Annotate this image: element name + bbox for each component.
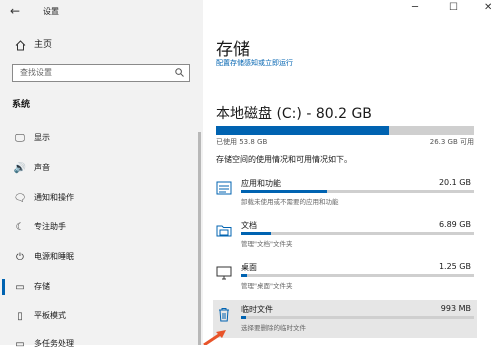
drive-used-text: 已使用 53.8 GB [216,138,268,146]
notification-icon: 🗨 [13,192,27,204]
storage-description: 存储空间的使用情况和可用情况如下。 [216,155,352,164]
speaker-icon: 🔊 [13,162,27,174]
nav-item-label: 专注助手 [34,222,66,231]
nav-selection-indicator [2,279,5,295]
desktop-icon [216,264,232,280]
apps-icon [216,180,232,196]
category-usage-bar [241,190,474,193]
nav-item-label: 平板模式 [34,311,66,320]
category-usage-fill [241,232,272,235]
monitor-icon: 🖵 [15,132,25,144]
category-temp-files[interactable]: 临时文件 993 MB 选择要删除的临时文件 [213,300,477,338]
category-size: 6.89 GB [438,220,471,229]
settings-search-input[interactable]: 查找设置 [12,64,190,82]
folder-icon [216,222,232,238]
category-desktop[interactable]: 桌面 1.25 GB 管理"桌面"文件夹 [213,258,477,296]
nav-item-label: 通知和操作 [34,193,74,202]
category-name: 应用和功能 [241,179,281,188]
storage-sense-link[interactable]: 配置存储感知或立即运行 [216,58,293,68]
sidebar: ← 设置 主页 查找设置 系统 🖵 显示 🔊 声音 🗨 通知和操作 ☾ 专注助手… [0,0,203,350]
nav-item-label: 存储 [34,282,50,291]
minimize-button[interactable]: ─ [412,2,418,13]
annotation-arrow-icon [203,330,226,345]
category-apps[interactable]: 应用和功能 20.1 GB 卸载未使用或不需要的应用和功能 [213,174,477,212]
category-size: 993 MB [440,304,471,313]
category-usage-fill [241,274,247,277]
nav-item-multitasking[interactable]: ▭ 多任务处理 [0,335,200,353]
power-icon: ⏻ [16,251,24,263]
category-name: 文档 [241,221,257,230]
category-name: 桌面 [241,263,257,272]
drive-title: 本地磁盘 (C:) - 80.2 GB [216,106,372,122]
home-icon [13,36,27,54]
nav-home[interactable]: 主页 [0,36,200,54]
nav-item-label: 声音 [34,163,50,172]
search-icon [175,65,184,81]
nav-item-storage[interactable]: ▭ 存储 [0,278,200,296]
category-usage-fill [241,190,328,193]
window-title: 设置 [43,7,59,16]
category-usage-bar [241,232,474,235]
nav-home-label: 主页 [34,40,53,50]
drive-usage-bar [216,126,474,135]
nav-item-label: 显示 [34,133,50,142]
category-subtitle: 卸载未使用或不需要的应用和功能 [241,198,339,206]
nav-item-label: 多任务处理 [34,339,74,348]
search-placeholder: 查找设置 [20,68,52,77]
maximize-button[interactable]: ☐ [449,2,458,13]
category-size: 20.1 GB [438,178,471,187]
category-size: 1.25 GB [438,262,471,271]
section-heading-system: 系统 [12,100,31,110]
nav-item-display[interactable]: 🖵 显示 [0,129,200,147]
nav-item-label: 电源和睡眠 [34,252,74,261]
category-subtitle: 管理"文档"文件夹 [241,240,293,248]
nav-item-tablet-mode[interactable]: ▯ 平板模式 [0,307,200,325]
nav-item-notifications[interactable]: 🗨 通知和操作 [0,189,200,207]
nav-item-focus-assist[interactable]: ☾ 专注助手 [0,218,200,236]
close-button[interactable]: ✕ [484,2,492,13]
sidebar-scrollbar[interactable] [198,132,201,345]
drive-free-text: 26.3 GB 可用 [429,138,474,146]
back-arrow-icon[interactable]: ← [10,4,20,18]
storage-icon: ▭ [15,281,25,293]
category-usage-bar [241,316,474,319]
category-subtitle: 选择要删除的临时文件 [241,324,306,332]
multitask-icon: ▭ [15,338,25,350]
category-name: 临时文件 [241,305,273,314]
category-subtitle: 管理"桌面"文件夹 [241,282,293,290]
tablet-icon: ▯ [17,310,23,322]
nav-item-sound[interactable]: 🔊 声音 [0,159,200,177]
nav-item-power-sleep[interactable]: ⏻ 电源和睡眠 [0,248,200,266]
category-usage-fill [241,316,246,319]
category-documents[interactable]: 文档 6.89 GB 管理"文档"文件夹 [213,216,477,254]
moon-icon: ☾ [15,221,25,233]
page-title: 存储 [216,40,250,60]
drive-usage-fill [216,126,390,135]
category-usage-bar [241,274,474,277]
trash-icon [216,306,232,322]
